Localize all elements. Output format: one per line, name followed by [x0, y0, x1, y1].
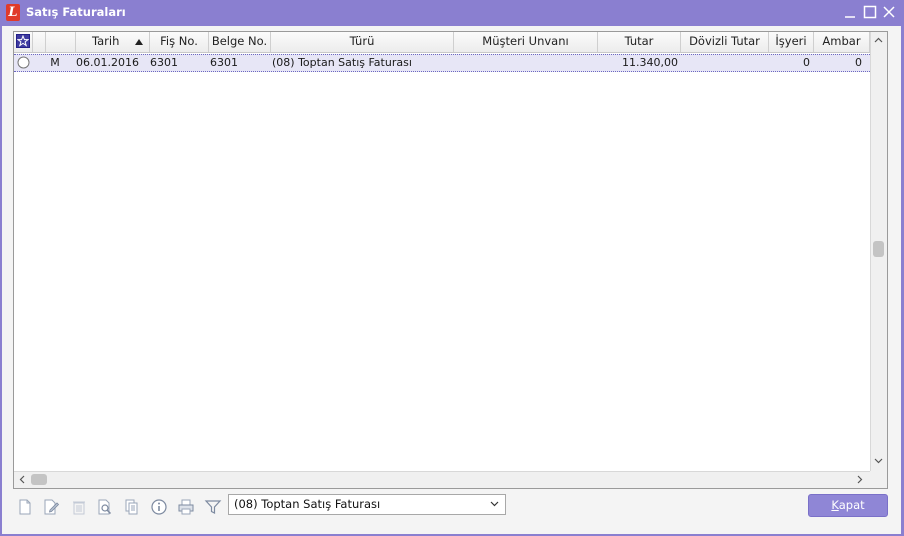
kapat-button-label: apat: [838, 498, 865, 512]
row-flag: M: [50, 56, 60, 69]
row-checkbox[interactable]: [17, 56, 30, 69]
close-window-button[interactable]: [881, 4, 897, 20]
column-header-select[interactable]: [14, 32, 33, 52]
invoice-grid: Tarih Fiş No. Belge No. Türü Müşteri Unv…: [13, 31, 888, 489]
row-turu: (08) Toptan Satış Faturası: [272, 56, 412, 69]
print-icon[interactable]: [177, 498, 195, 516]
row-fis-no: 6301: [150, 56, 178, 69]
chevron-down-icon: [490, 501, 499, 507]
maximize-button[interactable]: [862, 4, 878, 20]
horizontal-scrollbar[interactable]: [14, 471, 870, 488]
column-header-tarih-label: Tarih: [92, 34, 120, 48]
preview-icon[interactable]: [96, 498, 114, 516]
window: L Satış Faturaları Tarih Fiş No. Belge N…: [0, 0, 904, 536]
scrollbar-corner: [870, 471, 887, 488]
column-header-tutar[interactable]: Tutar: [598, 32, 681, 52]
copy-document-icon[interactable]: [123, 498, 141, 516]
row-dovizli: [681, 55, 766, 71]
vertical-scroll-thumb[interactable]: [873, 241, 884, 257]
minimize-button[interactable]: [842, 4, 858, 20]
vertical-scrollbar[interactable]: [870, 32, 887, 471]
app-logo-icon: L: [6, 4, 20, 21]
title-bar[interactable]: L Satış Faturaları: [0, 0, 904, 26]
invoice-type-select[interactable]: (08) Toptan Satış Faturası: [228, 494, 506, 515]
scroll-left-icon[interactable]: [15, 472, 30, 487]
table-row[interactable]: M 06.01.2016 6301 6301 (08) Toptan Satış…: [14, 54, 870, 72]
sort-ascending-icon: [135, 39, 143, 45]
column-header-dovizli[interactable]: Dövizli Tutar: [681, 32, 769, 52]
new-document-icon[interactable]: [16, 498, 34, 516]
column-header-turu[interactable]: Türü: [271, 32, 454, 52]
column-header-fis-no[interactable]: Fiş No.: [150, 32, 209, 52]
scroll-down-icon[interactable]: [871, 453, 886, 468]
scroll-up-icon[interactable]: [871, 33, 886, 48]
row-ambar: 0: [855, 56, 862, 69]
column-header-blank[interactable]: [33, 32, 46, 52]
edit-document-icon[interactable]: [42, 498, 60, 516]
column-header-ambar[interactable]: Ambar: [814, 32, 870, 52]
row-musteri: [455, 55, 595, 71]
info-icon[interactable]: [150, 498, 168, 516]
column-header-belge-no[interactable]: Belge No.: [209, 32, 271, 52]
column-header-musteri[interactable]: Müşteri Unvanı: [454, 32, 598, 52]
delete-icon[interactable]: [70, 498, 88, 516]
column-header-tarih[interactable]: Tarih: [76, 32, 150, 52]
scroll-right-icon[interactable]: [852, 472, 867, 487]
favorites-star-icon[interactable]: [16, 34, 30, 48]
kapat-button[interactable]: Kapat: [808, 494, 888, 517]
row-isyeri: 0: [803, 56, 810, 69]
column-header-flag[interactable]: [46, 32, 76, 52]
kapat-button-mnemonic: K: [831, 498, 839, 512]
row-tarih: 06.01.2016: [76, 56, 139, 69]
invoice-type-select-value: (08) Toptan Satış Faturası: [234, 497, 381, 511]
window-title: Satış Faturaları: [26, 5, 126, 19]
row-belge-no: 6301: [210, 56, 238, 69]
column-header-isyeri[interactable]: İşyeri: [769, 32, 814, 52]
content-area: Tarih Fiş No. Belge No. Türü Müşteri Unv…: [2, 26, 901, 534]
filter-icon[interactable]: [204, 498, 222, 516]
horizontal-scroll-thumb[interactable]: [31, 474, 47, 485]
grid-header: Tarih Fiş No. Belge No. Türü Müşteri Unv…: [14, 32, 870, 53]
row-tutar: 11.340,00: [622, 56, 678, 69]
